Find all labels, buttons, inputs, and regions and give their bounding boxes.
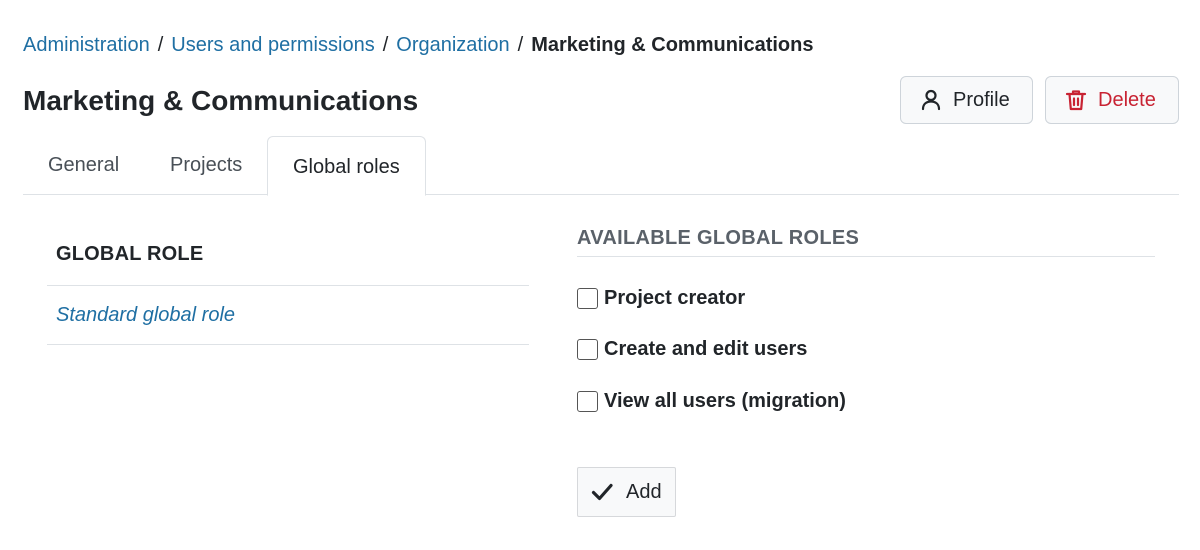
breadcrumb-administration[interactable]: Administration <box>23 34 150 56</box>
available-roles-title: AVAILABLE GLOBAL ROLES <box>577 226 1155 257</box>
delete-button[interactable]: Delete <box>1045 76 1179 124</box>
global-role-table: GLOBAL ROLE Standard global role <box>47 222 529 345</box>
role-option-label: View all users (migration) <box>604 389 846 412</box>
page: Administration / Users and permissions / Org… <box>0 0 1200 550</box>
table-row[interactable]: Standard global role <box>47 286 529 345</box>
global-role-header: GLOBAL ROLE <box>47 222 529 286</box>
role-option-view-all-users[interactable]: View all users (migration) <box>577 388 846 414</box>
tab-global-roles[interactable]: Global roles <box>267 136 426 196</box>
breadcrumb-organization[interactable]: Organization <box>396 34 509 56</box>
checkbox[interactable] <box>577 338 598 360</box>
role-option-label: Project creator <box>604 286 746 309</box>
tab-bar: General Projects Global roles <box>23 136 1179 196</box>
breadcrumb-separator: / <box>157 34 164 56</box>
add-button-label: Add <box>626 480 662 503</box>
breadcrumb-users-and-permissions[interactable]: Users and permissions <box>171 34 374 56</box>
profile-button-label: Profile <box>953 88 1010 111</box>
tab-projects[interactable]: Projects <box>145 136 267 195</box>
breadcrumb: Administration / Users and permissions / Org… <box>23 31 814 59</box>
role-option-project-creator[interactable]: Project creator <box>577 285 745 311</box>
breadcrumb-separator: / <box>382 34 389 56</box>
checkbox[interactable] <box>577 287 598 309</box>
breadcrumb-separator: / <box>517 34 524 56</box>
delete-button-label: Delete <box>1098 88 1156 111</box>
trash-icon <box>1064 88 1088 112</box>
profile-button[interactable]: Profile <box>900 76 1033 124</box>
add-button[interactable]: Add <box>577 467 676 517</box>
breadcrumb-current: Marketing & Communications <box>531 34 814 56</box>
user-icon <box>919 88 943 112</box>
role-option-create-and-edit-users[interactable]: Create and edit users <box>577 336 807 362</box>
tab-general[interactable]: General <box>23 136 144 195</box>
checkmark-icon <box>590 480 614 504</box>
checkbox[interactable] <box>577 390 598 412</box>
page-title: Marketing & Communications <box>23 85 419 116</box>
role-option-label: Create and edit users <box>604 337 808 360</box>
